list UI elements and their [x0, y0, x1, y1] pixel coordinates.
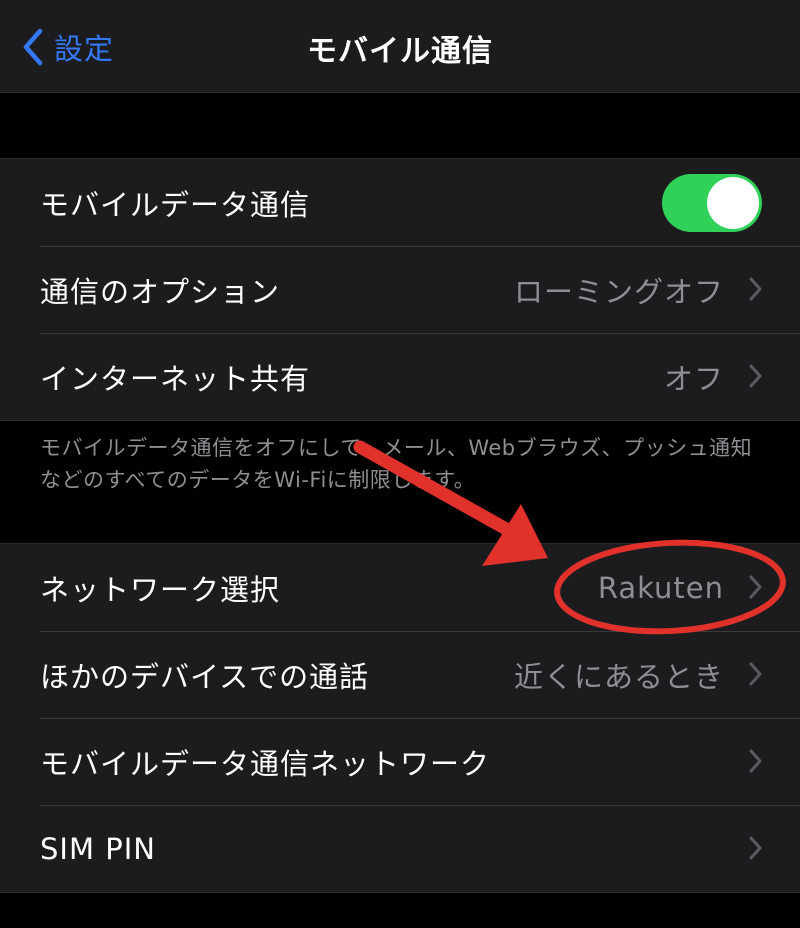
- chevron-right-icon: [749, 836, 762, 860]
- page-title: モバイル通信: [307, 34, 493, 69]
- chevron-right-icon: [749, 364, 762, 388]
- mobile-data-footnote: モバイルデータ通信をオフにして、メール、Webブラウズ、プッシュ通知などのすべて…: [40, 436, 753, 492]
- personal-hotspot-value: オフ: [663, 361, 724, 396]
- network-selection-label: ネットワーク選択: [40, 572, 281, 607]
- network-selection-row[interactable]: ネットワーク選択 Rakuten: [0, 544, 800, 631]
- sim-pin-row[interactable]: SIM PIN: [0, 805, 800, 892]
- mobile-data-label: モバイルデータ通信: [40, 187, 311, 222]
- cellular-data-network-label: モバイルデータ通信ネットワーク: [40, 746, 491, 781]
- mobile-data-row: モバイルデータ通信: [0, 159, 800, 246]
- chevron-right-icon: [749, 575, 762, 599]
- personal-hotspot-row[interactable]: インターネット共有 オフ: [0, 333, 800, 420]
- calls-other-devices-value: 近くにあるとき: [513, 659, 724, 694]
- data-options-label: 通信のオプション: [40, 274, 281, 309]
- personal-hotspot-label: インターネット共有: [40, 361, 311, 396]
- settings-group-mobile-data: モバイルデータ通信 通信のオプション ローミングオフ インターネット共有 オフ: [0, 158, 800, 421]
- chevron-right-icon: [749, 662, 762, 686]
- toggle-knob: [707, 177, 759, 229]
- chevron-right-icon: [749, 749, 762, 773]
- sim-pin-label: SIM PIN: [40, 831, 156, 866]
- calls-other-devices-label: ほかのデバイスでの通話: [40, 659, 370, 694]
- settings-group-network: ネットワーク選択 Rakuten ほかのデバイスでの通話 近くにあるとき モバイ…: [0, 543, 800, 893]
- calls-other-devices-row[interactable]: ほかのデバイスでの通話 近くにあるとき: [0, 631, 800, 718]
- cellular-data-network-row[interactable]: モバイルデータ通信ネットワーク: [0, 718, 800, 805]
- mobile-data-toggle[interactable]: [662, 174, 762, 232]
- data-options-row[interactable]: 通信のオプション ローミングオフ: [0, 246, 800, 333]
- navigation-bar: 設定 モバイル通信: [0, 0, 800, 93]
- chevron-right-icon: [749, 277, 762, 301]
- network-selection-value: Rakuten: [597, 570, 724, 605]
- data-options-value: ローミングオフ: [513, 274, 724, 309]
